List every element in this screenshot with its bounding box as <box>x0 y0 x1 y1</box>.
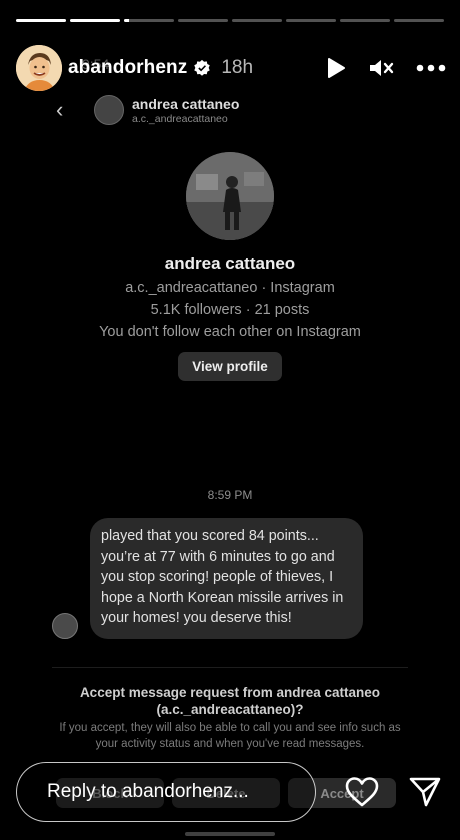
mute-icon[interactable] <box>368 57 394 79</box>
reply-actions <box>344 776 444 808</box>
reply-bar: Reply to abandorhenz... <box>16 760 444 824</box>
progress-segment <box>70 19 120 22</box>
profile-photo <box>186 152 274 240</box>
divider <box>52 667 408 668</box>
play-icon[interactable] <box>326 57 346 79</box>
dm-contact-handle: a.c._andreacattaneo <box>132 112 228 125</box>
sender-avatar <box>52 612 78 639</box>
progress-segment <box>178 19 228 22</box>
profile-follow-line: You don't follow each other on Instagram <box>99 324 361 340</box>
progress-segment-current <box>124 19 174 22</box>
view-profile-button: View profile <box>178 352 282 381</box>
profile-picture <box>186 152 274 240</box>
request-title: Accept message request from andrea catta… <box>79 685 381 717</box>
home-indicator <box>185 832 275 836</box>
dm-names: andrea cattaneo a.c._andreacattaneo <box>132 96 239 125</box>
progress-segment <box>286 19 336 22</box>
progress-segment <box>16 19 66 22</box>
progress-segment <box>394 19 444 22</box>
progress-segment <box>232 19 282 22</box>
story-progress <box>16 19 444 22</box>
underlying-clock: 9:54 <box>82 56 110 72</box>
profile-stats-line: 5.1K followers · 21 posts <box>150 302 310 318</box>
profile-card: andrea cattaneo a.c._andreacattaneo · In… <box>40 152 420 381</box>
message-row: played that you scored 84 points... you’… <box>52 518 420 639</box>
send-icon[interactable] <box>408 776 442 808</box>
profile-name: andrea cattaneo <box>164 254 296 273</box>
profile-handle-line: a.c._andreacattaneo · Instagram <box>125 280 335 296</box>
story-time-ago: 18h <box>221 57 254 78</box>
heart-icon[interactable] <box>344 776 380 808</box>
message-timestamp: 8:59 PM <box>207 488 253 502</box>
request-info: If you accept, they will also be able to… <box>59 722 401 750</box>
story-avatar[interactable] <box>16 45 62 91</box>
story-header: 9:54 abandorhenz 18h <box>16 44 446 92</box>
dm-avatar <box>94 95 124 125</box>
avatar-illustration <box>16 45 62 91</box>
progress-segment <box>340 19 390 22</box>
message-bubble: played that you scored 84 points... you’… <box>90 518 363 639</box>
dm-header: ‹ andrea cattaneo a.c._andreacattaneo <box>56 92 420 128</box>
reply-input[interactable]: Reply to abandorhenz... <box>16 762 316 822</box>
story-controls <box>326 57 446 79</box>
more-options-icon[interactable] <box>416 64 446 72</box>
back-chevron-icon: ‹ <box>56 97 64 122</box>
verified-badge-icon <box>194 59 211 76</box>
dm-contact-name: andrea cattaneo <box>132 95 240 112</box>
